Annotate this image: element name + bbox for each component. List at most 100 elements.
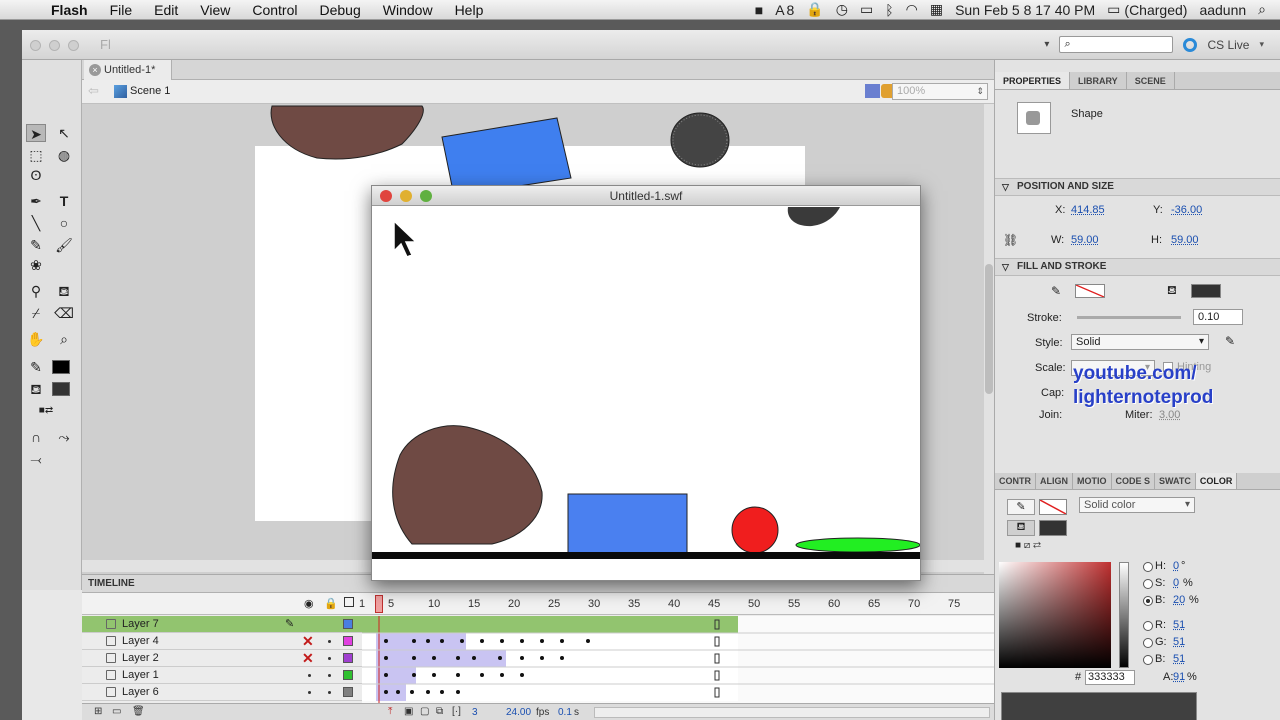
color-fill-bucket-icon[interactable]: ⛾ xyxy=(1007,520,1035,536)
tab-color[interactable]: COLOR xyxy=(1196,473,1238,489)
frame-grid[interactable] xyxy=(362,616,994,703)
adobe-updater-icon[interactable]: A xyxy=(775,2,784,18)
text-tool-icon[interactable]: T xyxy=(54,192,74,210)
swf-close-button[interactable] xyxy=(380,190,392,202)
layer-name[interactable]: Layer 4 xyxy=(122,635,159,647)
snap-to-objects-icon[interactable]: ∩ xyxy=(26,428,46,446)
fill-stroke-header[interactable]: FILL AND STROKE xyxy=(995,258,1280,276)
edit-stroke-style-icon[interactable]: ✎ xyxy=(1225,334,1235,348)
fill-color-chip[interactable] xyxy=(1191,284,1221,298)
visible-dot[interactable] xyxy=(308,674,311,677)
wifi-icon[interactable]: ◠ xyxy=(906,1,918,18)
fill-color-swatch[interactable] xyxy=(52,382,70,396)
subselection-tool-icon[interactable]: ↖ xyxy=(54,124,74,142)
brightness-value[interactable]: 20 xyxy=(1173,594,1185,606)
onion-skin-icon[interactable]: ▣ xyxy=(404,706,413,717)
tab-scene[interactable]: SCENE xyxy=(1127,72,1175,89)
h-value[interactable]: 59.00 xyxy=(1171,234,1199,246)
layer-row[interactable]: Layer 4 ✕ xyxy=(82,633,362,650)
layer-row[interactable]: Layer 1 xyxy=(82,667,362,684)
zoom-tool-icon[interactable]: ⌕ xyxy=(54,330,74,348)
style-dropdown[interactable]: Solid xyxy=(1071,334,1209,350)
user-name[interactable]: aadunn xyxy=(1199,2,1246,18)
battery-status[interactable]: (Charged) xyxy=(1124,2,1187,18)
menu-edit[interactable]: Edit xyxy=(143,2,189,18)
oval-tool-icon[interactable]: ○ xyxy=(54,214,74,232)
edit-multiple-icon[interactable]: ⧉ xyxy=(436,706,443,717)
eye-column-icon[interactable]: ◉ xyxy=(304,597,314,610)
blue-value[interactable]: 51 xyxy=(1173,653,1185,665)
brightness-radio[interactable] xyxy=(1143,596,1153,606)
red-value[interactable]: 51 xyxy=(1173,619,1185,631)
new-layer-icon[interactable]: ⊞ xyxy=(94,706,102,717)
w-value[interactable]: 59.00 xyxy=(1071,234,1099,246)
layer-outline-color[interactable] xyxy=(343,636,353,646)
bone-tool-icon[interactable]: ⚲ xyxy=(26,282,46,300)
pen-tool-icon[interactable]: ✒ xyxy=(26,192,46,210)
swap-colors-icon[interactable]: ■⇄ xyxy=(36,402,56,420)
close-window-button[interactable] xyxy=(30,40,41,51)
lock-icon[interactable]: 🔒 xyxy=(806,1,823,18)
tab-code-snippets[interactable]: CODE S xyxy=(1112,473,1156,489)
pencil-tool-icon[interactable]: ✎ xyxy=(26,236,46,254)
brush-tool-icon[interactable]: 🖌 xyxy=(54,236,74,254)
layer-name[interactable]: Layer 1 xyxy=(122,669,159,681)
3d-rotation-tool-icon[interactable]: ◍ xyxy=(54,146,74,164)
lock-dot[interactable] xyxy=(328,640,331,643)
menu-file[interactable]: File xyxy=(99,2,144,18)
document-tab[interactable]: × Untitled-1* xyxy=(84,60,172,80)
color-swap-icons[interactable]: ■ ⧄ ⇄ xyxy=(1015,540,1041,551)
miter-value[interactable]: 3.00 xyxy=(1159,409,1180,421)
screen-record-icon[interactable]: ■ xyxy=(755,2,763,18)
color-type-dropdown[interactable]: Solid color xyxy=(1079,497,1195,513)
tab-motion[interactable]: MOTIO xyxy=(1073,473,1112,489)
lock-dot[interactable] xyxy=(328,657,331,660)
timeline-hscroll[interactable] xyxy=(594,707,990,718)
smooth-icon[interactable]: ⤳ xyxy=(54,428,74,446)
playhead[interactable] xyxy=(375,595,383,613)
calendar-icon[interactable]: ▦ xyxy=(930,1,943,18)
zoom-select[interactable]: 100% ⇕ xyxy=(892,83,988,100)
help-search-input[interactable]: ⌕ xyxy=(1059,36,1173,53)
color-stroke-chip[interactable] xyxy=(1039,499,1067,515)
y-value[interactable]: -36.00 xyxy=(1171,204,1202,216)
cs-live-dropdown-icon[interactable]: ▾ xyxy=(1259,39,1264,50)
hue-radio[interactable] xyxy=(1143,562,1153,572)
saturation-radio[interactable] xyxy=(1143,579,1153,589)
hidden-x-icon[interactable]: ✕ xyxy=(302,633,314,650)
layer-row[interactable]: Layer 7 ✎ xyxy=(82,616,362,633)
selection-tool-icon[interactable]: ➤ xyxy=(26,124,46,142)
battery-icon[interactable]: ▭ xyxy=(1107,1,1120,18)
close-tab-icon[interactable]: × xyxy=(89,64,101,76)
tab-align[interactable]: ALIGN xyxy=(1036,473,1073,489)
layer-outline-color[interactable] xyxy=(343,653,353,663)
color-stroke-pencil-icon[interactable]: ✎ xyxy=(1007,499,1035,515)
green-radio[interactable] xyxy=(1143,638,1153,648)
layer-outline-color[interactable] xyxy=(343,619,353,629)
minimize-window-button[interactable] xyxy=(49,40,60,51)
hand-tool-icon[interactable]: ✋ xyxy=(26,330,46,348)
menu-debug[interactable]: Debug xyxy=(309,2,372,18)
layer-row[interactable]: Layer 6 xyxy=(82,684,362,701)
layer-name[interactable]: Layer 2 xyxy=(122,652,159,664)
lock-column-icon[interactable]: 🔒 xyxy=(324,597,338,610)
stroke-color-chip[interactable] xyxy=(1075,284,1105,298)
onion-outline-icon[interactable]: ▢ xyxy=(420,706,429,717)
blue-radio[interactable] xyxy=(1143,655,1153,665)
cs-live-label[interactable]: CS Live xyxy=(1207,38,1249,52)
tab-components[interactable]: CONTR xyxy=(995,473,1036,489)
outline-column-icon[interactable] xyxy=(344,597,354,607)
zoom-window-button[interactable] xyxy=(68,40,79,51)
new-folder-icon[interactable]: ▭ xyxy=(112,706,121,717)
hex-input[interactable]: 333333 xyxy=(1085,670,1135,685)
current-frame[interactable]: 3 xyxy=(472,707,478,718)
lock-dot[interactable] xyxy=(328,691,331,694)
stroke-slider[interactable] xyxy=(1077,316,1181,319)
timeline-ruler[interactable]: ◉ 🔒 1 5 10 15 20 25 30 35 40 45 50 55 60… xyxy=(82,593,994,615)
layer-outline-color[interactable] xyxy=(343,670,353,680)
brightness-slider[interactable] xyxy=(1119,562,1129,668)
paint-bucket-tool-icon[interactable]: ⛾ xyxy=(54,282,74,300)
lock-dot[interactable] xyxy=(328,674,331,677)
bluetooth-icon[interactable]: ᛒ xyxy=(885,2,893,18)
spotlight-icon[interactable]: ⌕ xyxy=(1258,1,1266,18)
